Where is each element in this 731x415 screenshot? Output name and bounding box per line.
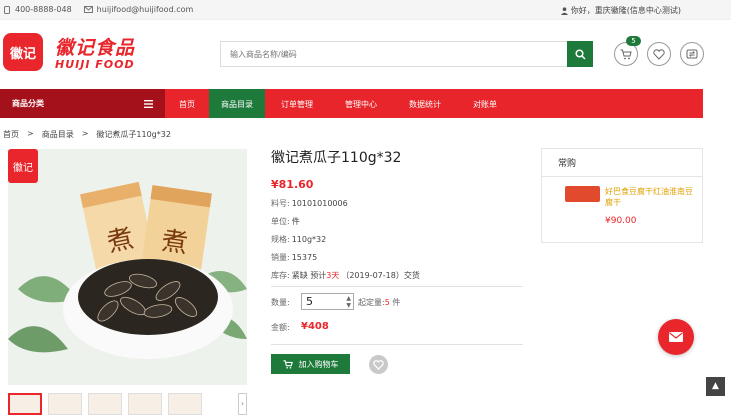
quantity-value[interactable]: 5: [306, 295, 313, 308]
brand-logo-badge[interactable]: 徽记: [3, 33, 43, 71]
divider: [271, 344, 523, 345]
qty-label: 数量:: [271, 298, 290, 307]
product-price: ¥81.60: [271, 178, 314, 191]
stock-days: 3天: [326, 271, 340, 280]
cart-icon: [620, 49, 632, 59]
nav-home[interactable]: 首页: [165, 89, 209, 118]
thumbnail-2[interactable]: [48, 393, 82, 415]
quantity-stepper[interactable]: 5 ▲ ▼: [301, 293, 354, 310]
search-input[interactable]: [220, 41, 568, 67]
total-label: 金额:: [271, 323, 290, 332]
user-icon: [560, 6, 568, 15]
breadcrumb-separator: >: [81, 129, 89, 138]
category-menu-button[interactable]: 商品分类: [0, 89, 165, 118]
package-text-2: 煮: [160, 226, 190, 259]
mail-icon: [669, 332, 683, 342]
nav-statistics[interactable]: 数据统计: [393, 89, 457, 118]
chevron-up-icon: ▲: [712, 381, 719, 391]
min-order-unit: 件: [392, 298, 401, 307]
user-greeting[interactable]: 你好，重庆徽隆(信息中心测试): [571, 5, 681, 16]
main-nav: 商品分类 首页 商品目录 订单管理 管理中心 数据统计 对账单: [0, 89, 703, 118]
stock-label: 库存:: [271, 271, 290, 280]
cart-icon: [283, 359, 293, 369]
message-button[interactable]: [658, 319, 694, 355]
stepper-arrows-icon[interactable]: ▲ ▼: [346, 295, 351, 309]
stock-row: 库存: 紧缺 预计3天 （2019-07-18）交货: [271, 270, 420, 281]
menu-icon: [144, 99, 153, 108]
product-title: 徽记煮瓜子110g*32: [271, 150, 402, 166]
breadcrumb-catalog[interactable]: 商品目录: [42, 129, 74, 140]
spec-label: 规格:: [271, 235, 290, 244]
search-icon: [574, 48, 586, 60]
total-amount: ¥408: [301, 321, 329, 332]
sku-row: 料号: 10101010006: [271, 198, 348, 209]
divider: [271, 286, 523, 287]
breadcrumb-separator: >: [27, 129, 34, 138]
spec-row: 规格: 110g*32: [271, 234, 326, 245]
brand-name-en: HUIJI FOOD: [55, 58, 135, 71]
sales-label: 销量:: [271, 253, 290, 262]
exchange-icon: [686, 49, 698, 59]
breadcrumb: 首页 > 商品目录 > 徽记煮瓜子110g*32: [3, 129, 171, 140]
nav-catalog[interactable]: 商品目录: [209, 89, 265, 118]
email-text[interactable]: huijifood@huijifood.com: [97, 5, 194, 14]
category-label: 商品分类: [12, 99, 44, 108]
nav-orders[interactable]: 订单管理: [265, 89, 329, 118]
breadcrumb-current: 徽记煮瓜子110g*32: [96, 130, 171, 139]
sales-value: 15375: [291, 253, 318, 262]
thumbnail-4[interactable]: [128, 393, 162, 415]
unit-label: 单位:: [271, 217, 290, 226]
frequently-bought-item-image[interactable]: [565, 186, 600, 202]
spec-value: 110g*32: [291, 235, 327, 244]
favorites-button[interactable]: [647, 42, 671, 66]
min-order-value: 5: [384, 298, 390, 307]
frequently-bought-item-price: ¥90.00: [605, 216, 637, 226]
add-to-cart-button[interactable]: 加入购物车: [271, 354, 350, 374]
product-image-logo-text: 徽记: [13, 161, 33, 174]
sku-value: 10101010006: [291, 199, 348, 208]
phone-icon: [4, 5, 10, 14]
back-to-top-button[interactable]: ▲: [706, 377, 725, 396]
phone-contact: 400-8888-048: [3, 5, 72, 14]
stock-date: （2019-07-18）交货: [341, 271, 420, 280]
breadcrumb-home[interactable]: 首页: [3, 129, 19, 140]
brand-name-cn: 徽记食品: [55, 37, 136, 59]
nav-statement[interactable]: 对账单: [457, 89, 513, 118]
mail-icon: [83, 6, 93, 13]
favorite-button[interactable]: [369, 355, 388, 374]
add-to-cart-label: 加入购物车: [298, 359, 339, 369]
thumbnail-5[interactable]: [168, 393, 202, 415]
frequently-bought-panel: 常购 好巴食豆腐干红油淮南豆腐干 ¥90.00: [541, 148, 703, 243]
unit-value: 件: [291, 217, 300, 226]
chevron-right-icon: ›: [240, 399, 245, 408]
reorder-button[interactable]: [680, 42, 704, 66]
product-main-image[interactable]: 煮 煮 徽记: [8, 149, 247, 385]
sales-row: 销量: 15375: [271, 252, 317, 263]
brand-logo[interactable]: 徽记食品 HUIJI FOOD: [55, 33, 135, 71]
sku-label: 料号:: [271, 199, 290, 208]
brand-logo-text: 徽记: [9, 46, 36, 62]
frequently-bought-heading: 常购: [542, 149, 702, 177]
search-button[interactable]: [567, 41, 593, 67]
min-order-row: 起定量:5 件: [358, 297, 400, 308]
min-order-label: 起定量:: [358, 298, 385, 307]
thumbnail-strip: [8, 393, 202, 415]
heart-icon: [653, 48, 665, 60]
stock-status: 紧缺 预计: [291, 271, 327, 280]
email-contact[interactable]: huijifood@huijifood.com: [83, 5, 194, 14]
frequently-bought-item-name[interactable]: 好巴食豆腐干红油淮南豆腐干: [605, 186, 693, 208]
cart-count-badge: 5: [626, 36, 641, 46]
thumbnail-3[interactable]: [88, 393, 122, 415]
heart-icon: [373, 359, 384, 370]
thumbnail-1[interactable]: [8, 393, 42, 415]
phone-text: 400-8888-048: [15, 5, 72, 14]
unit-row: 单位: 件: [271, 216, 300, 227]
nav-management[interactable]: 管理中心: [329, 89, 393, 118]
top-bar: 400-8888-048 huijifood@huijifood.com 你好，…: [0, 0, 731, 20]
thumbnail-next-button[interactable]: ›: [238, 393, 247, 415]
